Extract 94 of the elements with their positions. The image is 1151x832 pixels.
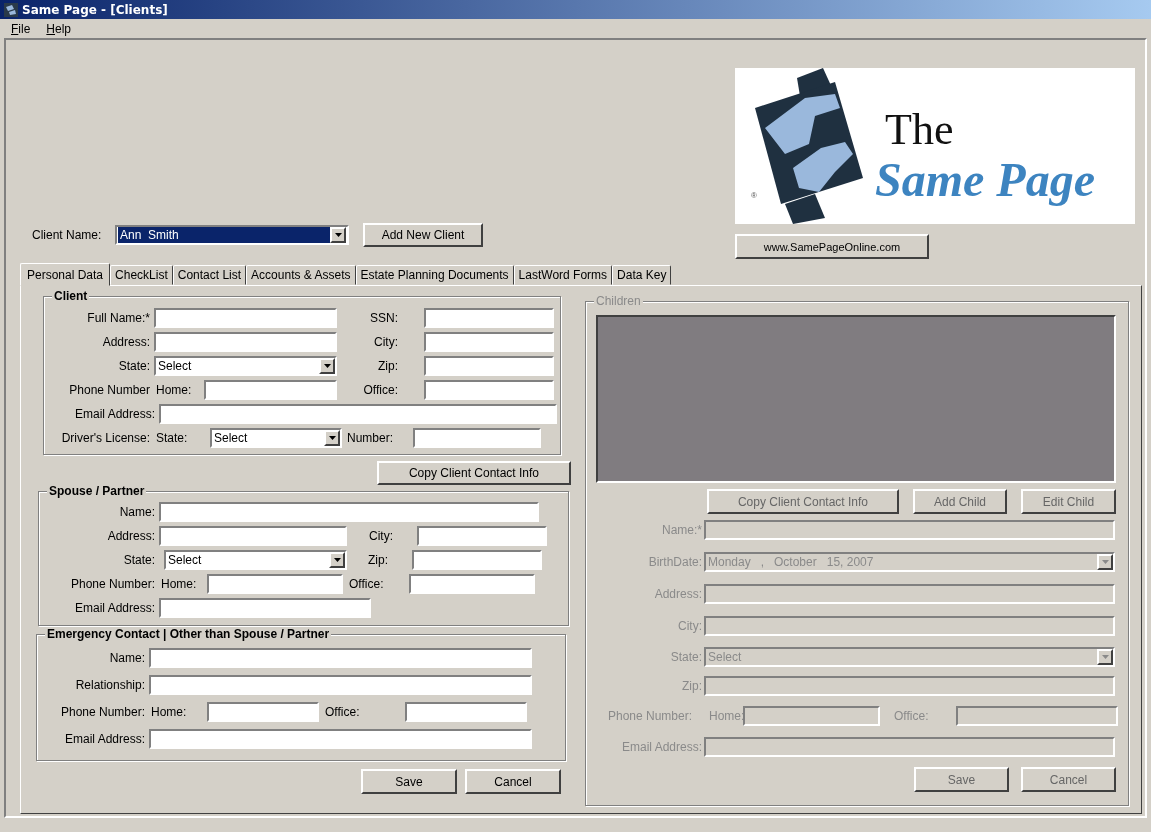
state-dropdown[interactable]: Select (210, 428, 342, 448)
text-field[interactable] (412, 550, 542, 570)
hands-logo-icon (755, 68, 863, 224)
menu-item[interactable]: File (11, 21, 31, 36)
field-label: Phone Number: (59, 704, 146, 719)
text-field[interactable] (424, 356, 554, 376)
text-field[interactable] (154, 308, 337, 328)
text-field[interactable] (405, 701, 527, 722)
field-label: Home: (709, 709, 743, 723)
dropdown-arrow-icon (323, 364, 331, 368)
tab[interactable]: Personal Data (20, 263, 111, 286)
dropdown-arrow-icon (1101, 654, 1109, 659)
group-title: Spouse / Partner (47, 484, 147, 498)
cancel-button[interactable]: Cancel (465, 769, 561, 794)
tab[interactable]: Data Key (612, 265, 672, 285)
field-label: Number: (346, 431, 394, 445)
dropdown-arrow-icon (328, 436, 336, 440)
group-title: Client (52, 289, 90, 303)
field-label: Phone Number: (607, 709, 694, 723)
hands-app-icon (3, 1, 19, 18)
text-field[interactable] (159, 526, 347, 546)
field-label: Phone Number: (69, 577, 156, 591)
client-dropdown[interactable]: Ann Smith (115, 225, 349, 245)
dropdown-arrow-icon (333, 558, 341, 562)
text-field[interactable] (159, 598, 371, 618)
text-field[interactable] (159, 502, 539, 522)
field-label: Home: (155, 383, 193, 397)
logo-text: Same Page (875, 153, 1095, 206)
field-label: Zip: (377, 359, 399, 373)
tab[interactable]: LastWord Forms (513, 265, 613, 285)
tab[interactable]: Contact List (172, 265, 247, 285)
field-label: Office: (324, 704, 361, 719)
field-label: Address: (653, 587, 703, 601)
window-title: Same Page - [Clients] (22, 2, 168, 17)
text-field[interactable] (409, 574, 535, 594)
tab[interactable]: Accounts & Assets (246, 265, 356, 285)
field-label: Office: (348, 577, 385, 591)
field-label: Phone Number (68, 383, 151, 397)
field-label: Driver's License: (60, 431, 151, 445)
state-dropdown[interactable]: Select (154, 356, 337, 376)
text-field[interactable] (424, 380, 554, 400)
field-label: City: (677, 619, 703, 633)
field-label: State: (155, 431, 189, 445)
text-field[interactable] (204, 380, 337, 400)
field-label: Client Name: (32, 228, 103, 242)
field-label: Office: (362, 383, 399, 397)
field-label: State: (669, 649, 703, 664)
field-label: Zip: (681, 678, 703, 693)
text-field[interactable] (207, 574, 343, 594)
logo-text: The (885, 105, 954, 154)
dropdown-arrow-icon (334, 233, 342, 237)
field-label: Office: (893, 709, 930, 723)
save-button[interactable]: Save (361, 769, 457, 794)
group-title: Children (594, 294, 643, 308)
text-field[interactable] (413, 428, 541, 448)
field-label: Name: (118, 505, 156, 519)
text-field[interactable] (149, 728, 532, 749)
field-label: Name:* (661, 523, 703, 537)
dropdown-arrow-icon (1101, 560, 1109, 564)
menu-item[interactable]: Help (46, 21, 72, 36)
field-label: City: (373, 335, 399, 349)
website-button[interactable]: www.SamePageOnline.com (735, 234, 929, 259)
copy-contact-button[interactable]: Copy Client Contact Info (377, 461, 571, 485)
tab[interactable]: CheckList (110, 265, 173, 285)
text-field[interactable] (424, 308, 554, 328)
field-label: Home: (150, 704, 188, 719)
field-label: BirthDate: (647, 555, 703, 569)
field-label: Email Address: (63, 731, 146, 746)
text-field[interactable] (149, 674, 532, 695)
text-field[interactable] (149, 647, 532, 668)
field-label: SSN: (369, 311, 399, 325)
text-field[interactable] (159, 404, 557, 424)
text-field[interactable] (417, 526, 547, 546)
field-label: Address: (106, 529, 156, 543)
field-label: Email Address: (73, 601, 156, 615)
text-field[interactable] (207, 701, 319, 722)
tab[interactable]: Estate Planning Documents (355, 265, 514, 285)
field-label: Address: (101, 335, 151, 349)
field-label: Home: (160, 577, 198, 591)
logo-text: ® (751, 191, 757, 200)
add-client-button[interactable]: Add New Client (363, 223, 483, 247)
text-field[interactable] (424, 332, 554, 352)
state-dropdown[interactable]: Select (164, 550, 347, 570)
text-field[interactable] (154, 332, 337, 352)
field-label: Zip: (367, 553, 389, 567)
field-label: City: (368, 529, 394, 543)
field-label: Relationship: (74, 677, 146, 692)
field-label: Name: (108, 650, 146, 665)
field-label: Full Name:* (86, 311, 151, 325)
field-label: Email Address: (620, 739, 703, 754)
group-title: Emergency Contact | Other than Spouse / Partner (45, 627, 332, 641)
field-label: State: (122, 553, 156, 567)
field-label: Email Address: (73, 407, 156, 421)
field-label: State: (117, 359, 151, 373)
